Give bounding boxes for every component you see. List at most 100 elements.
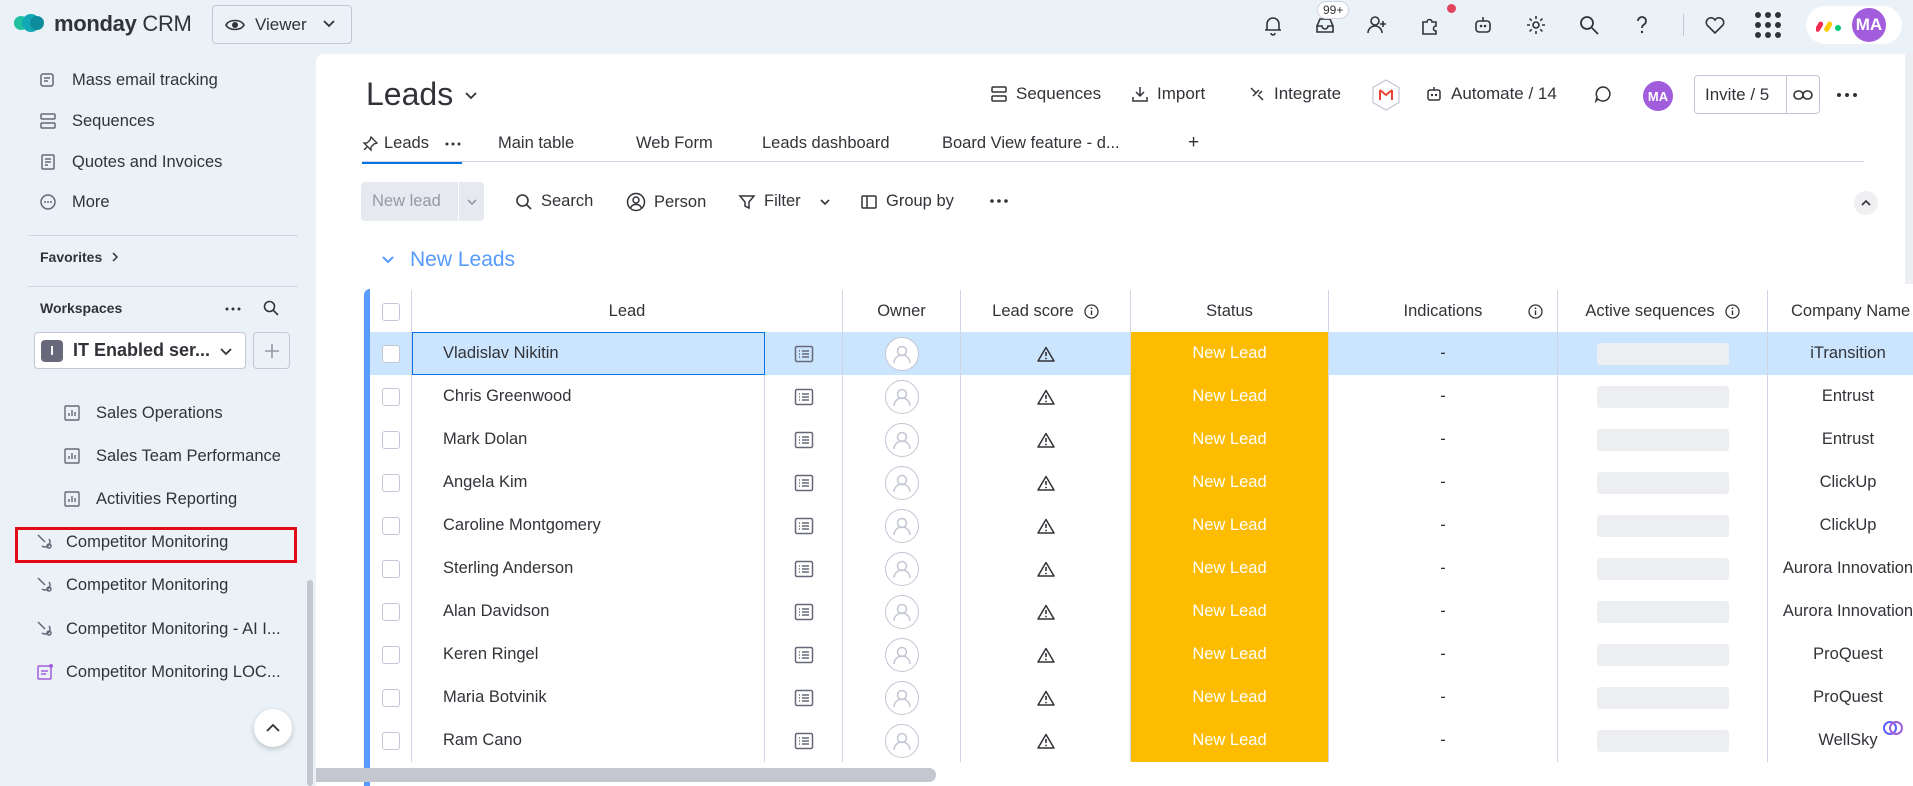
warning-icon[interactable] <box>961 461 1131 504</box>
indications-cell[interactable]: - <box>1329 719 1558 762</box>
warning-icon[interactable] <box>961 590 1131 633</box>
lead-name-cell[interactable]: Ram Cano <box>412 719 765 762</box>
empty-owner-avatar[interactable] <box>884 680 919 715</box>
company-cell[interactable]: ClickUp <box>1768 461 1913 504</box>
status-badge[interactable]: New Lead <box>1131 504 1329 547</box>
empty-owner-avatar[interactable] <box>884 551 919 586</box>
info-icon[interactable] <box>1725 304 1740 319</box>
open-item-icon[interactable] <box>765 332 843 375</box>
lead-name-cell[interactable]: Chris Greenwood <box>412 375 765 418</box>
status-badge[interactable]: New Lead <box>1131 590 1329 633</box>
company-cell[interactable]: ProQuest <box>1768 676 1913 719</box>
heart-hand-icon[interactable] <box>1700 10 1730 40</box>
row-checkbox[interactable] <box>381 602 400 621</box>
row-checkbox[interactable] <box>381 645 400 664</box>
group-title[interactable]: New Leads <box>380 248 515 272</box>
open-item-icon[interactable] <box>765 504 843 547</box>
ai-robot-icon[interactable] <box>1468 10 1498 40</box>
status-badge[interactable]: New Lead <box>1131 719 1329 762</box>
sequence-placeholder[interactable] <box>1596 385 1729 408</box>
sequence-placeholder[interactable] <box>1596 514 1729 537</box>
chevron-down-icon[interactable] <box>819 196 831 208</box>
open-item-icon[interactable] <box>765 418 843 461</box>
sequence-placeholder[interactable] <box>1596 342 1729 365</box>
lead-name-cell[interactable]: Sterling Anderson <box>412 547 765 590</box>
collapse-header-button[interactable] <box>1854 191 1878 215</box>
open-item-icon[interactable] <box>765 590 843 633</box>
new-lead-button[interactable]: New lead <box>361 182 484 221</box>
status-badge[interactable]: New Lead <box>1131 332 1329 375</box>
warning-icon[interactable] <box>961 375 1131 418</box>
column-header-owner[interactable]: Owner <box>843 290 961 333</box>
empty-owner-avatar[interactable] <box>884 336 919 371</box>
invite-member-icon[interactable] <box>1362 10 1392 40</box>
sidebar-board-competitor-monitoring-loc[interactable]: Competitor Monitoring LOC... <box>36 657 281 687</box>
tab-web-form[interactable]: Web Form <box>636 134 713 153</box>
open-item-icon[interactable] <box>765 676 843 719</box>
status-badge[interactable]: New Lead <box>1131 461 1329 504</box>
sequence-placeholder[interactable] <box>1596 643 1729 666</box>
copy-link-icon[interactable] <box>1787 88 1819 102</box>
apps-grid-icon[interactable] <box>1755 12 1781 38</box>
favorites-section[interactable]: Favorites <box>40 249 120 265</box>
company-cell[interactable]: Entrust <box>1768 375 1913 418</box>
open-item-icon[interactable] <box>765 547 843 590</box>
tab-options-icon[interactable] <box>445 141 461 147</box>
column-header-lead-score[interactable]: Lead score <box>961 290 1131 333</box>
open-item-icon[interactable] <box>765 461 843 504</box>
company-cell[interactable]: Aurora Innovation <box>1768 547 1913 590</box>
sidebar-board-competitor-monitoring-2[interactable]: Competitor Monitoring <box>36 570 228 600</box>
sequence-placeholder[interactable] <box>1596 600 1729 623</box>
warning-icon[interactable] <box>961 504 1131 547</box>
sidebar-board-activities-reporting[interactable]: Activities Reporting <box>64 484 237 514</box>
empty-owner-avatar[interactable] <box>884 594 919 629</box>
indications-cell[interactable]: - <box>1329 590 1558 633</box>
company-cell[interactable]: Entrust <box>1768 418 1913 461</box>
indications-cell[interactable]: - <box>1329 504 1558 547</box>
lead-name-cell[interactable]: Maria Botvinik <box>412 676 765 719</box>
company-cell[interactable]: ClickUp <box>1768 504 1913 547</box>
indications-cell[interactable]: - <box>1329 676 1558 719</box>
lead-name-cell[interactable]: Keren Ringel <box>412 633 765 676</box>
add-view-button[interactable]: + <box>1188 132 1199 154</box>
board-member-avatar[interactable]: MA <box>1643 81 1673 111</box>
chevron-down-icon[interactable] <box>380 252 396 268</box>
warning-icon[interactable] <box>961 633 1131 676</box>
monday-logo[interactable]: monday CRM <box>14 11 192 37</box>
empty-owner-avatar[interactable] <box>884 465 919 500</box>
row-checkbox[interactable] <box>381 731 400 750</box>
add-workspace-item-button[interactable] <box>253 332 290 369</box>
lead-name-cell[interactable]: Caroline Montgomery <box>412 504 765 547</box>
sidebar-board-competitor-monitoring-ai[interactable]: Competitor Monitoring - AI I... <box>36 614 281 644</box>
row-checkbox[interactable] <box>381 473 400 492</box>
column-header-active-sequences[interactable]: Active sequences <box>1558 290 1768 333</box>
tab-main-table[interactable]: Main table <box>498 134 574 153</box>
horizontal-scrollbar[interactable] <box>316 768 936 782</box>
toolbar-more-icon[interactable] <box>989 198 1009 204</box>
indications-cell[interactable]: - <box>1329 332 1558 375</box>
status-badge[interactable]: New Lead <box>1131 633 1329 676</box>
search-button[interactable]: Search <box>515 192 593 211</box>
gmail-integration-icon[interactable] <box>1369 78 1403 112</box>
board-more-icon[interactable] <box>1836 84 1858 111</box>
indications-cell[interactable]: - <box>1329 418 1558 461</box>
row-checkbox[interactable] <box>381 430 400 449</box>
indications-cell[interactable]: - <box>1329 633 1558 676</box>
sequence-placeholder[interactable] <box>1596 557 1729 580</box>
tab-leads[interactable]: Leads <box>362 134 462 164</box>
tab-leads-dashboard[interactable]: Leads dashboard <box>762 134 890 153</box>
row-checkbox[interactable] <box>381 344 400 363</box>
company-cell[interactable]: iTransition <box>1768 332 1913 375</box>
info-icon[interactable] <box>1528 304 1543 319</box>
indications-cell[interactable]: - <box>1329 461 1558 504</box>
indications-cell[interactable]: - <box>1329 375 1558 418</box>
comment-icon[interactable] <box>1593 84 1613 109</box>
row-checkbox[interactable] <box>381 387 400 406</box>
empty-owner-avatar[interactable] <box>884 508 919 543</box>
select-all-checkbox[interactable] <box>381 302 400 321</box>
lead-name-cell[interactable]: Vladislav Nikitin <box>412 332 765 375</box>
sequence-placeholder[interactable] <box>1596 686 1729 709</box>
empty-owner-avatar[interactable] <box>884 379 919 414</box>
open-item-icon[interactable] <box>765 375 843 418</box>
row-checkbox[interactable] <box>381 559 400 578</box>
